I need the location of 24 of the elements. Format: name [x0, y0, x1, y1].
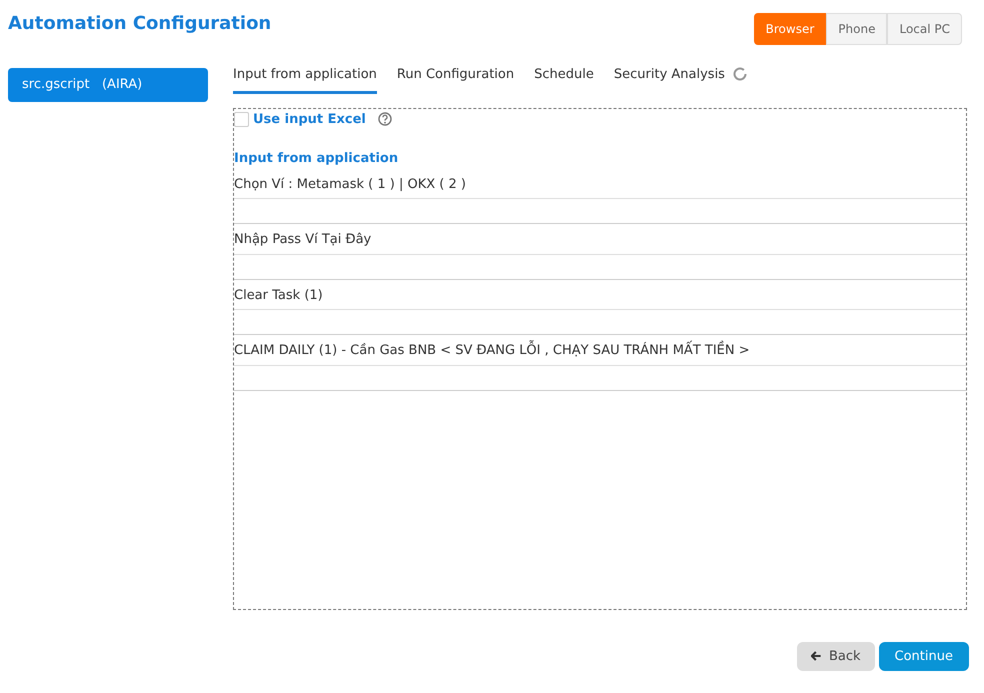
platform-tab[interactable]: Phone	[826, 13, 888, 45]
input-field[interactable]	[234, 254, 966, 280]
input-field[interactable]	[234, 309, 966, 335]
back-button[interactable]: Back	[796, 642, 875, 671]
tab[interactable]: Input from application	[233, 63, 377, 94]
help-icon[interactable]	[378, 112, 392, 126]
arrow-left-icon	[810, 650, 821, 662]
continue-button[interactable]: Continue	[878, 642, 969, 671]
platform-tab[interactable]: Local PC	[887, 13, 962, 45]
field-label: Chọn Ví : Metamask ( 1 ) | OKX ( 2 )	[234, 176, 467, 194]
checkbox-label[interactable]: Use input Excel	[253, 110, 366, 129]
platform-tab[interactable]: Browser	[754, 13, 826, 45]
input-field[interactable]	[234, 364, 966, 390]
field-label: CLAIM DAILY (1) - Cần Gas BNB < SV ĐANG LỖI , CHẠY SAU TRÁNH MẤT TIỀN >	[234, 341, 966, 360]
tab[interactable]: Schedule	[534, 63, 594, 94]
page-title: Automation Configuration	[8, 12, 272, 36]
input-field[interactable]	[234, 198, 966, 224]
sidebar-item[interactable]: src.gscript (AIRA)	[8, 68, 208, 102]
section-title: Input from application	[234, 150, 400, 168]
checkbox[interactable]	[234, 112, 249, 127]
field-label: Nhập Pass Ví Tại Đây	[234, 231, 372, 249]
tab[interactable]: Security Analysis	[614, 63, 725, 94]
tab[interactable]: Run Configuration	[396, 63, 514, 94]
field-label: Clear Task (1)	[234, 286, 324, 304]
